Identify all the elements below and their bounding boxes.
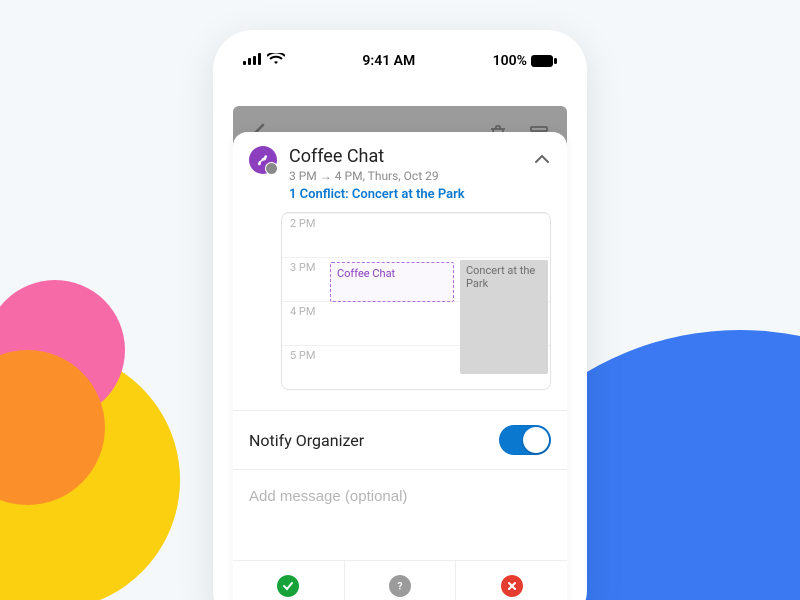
battery-percent: 100%: [493, 53, 527, 69]
battery-icon: [531, 55, 557, 67]
svg-text:?: ?: [398, 582, 403, 593]
x-icon: [501, 575, 523, 597]
conflict-link[interactable]: 1 Conflict: Concert at the Park: [289, 187, 551, 202]
message-input[interactable]: [233, 470, 567, 523]
tentative-button[interactable]: ? Tentative: [345, 561, 457, 600]
collapse-chevron-icon[interactable]: [533, 150, 551, 168]
card-header: Coffee Chat 3 PM→4 PM, Thurs, Oct 29 1 C…: [233, 132, 567, 212]
calendar-preview: 2 PM 3 PM 4 PM 5 PM Coffee Chat Concert …: [281, 212, 551, 390]
phone-frame: 9:41 AM 100%: [213, 30, 587, 600]
event-title: Coffee Chat: [289, 146, 551, 167]
event-invite-card: Coffee Chat 3 PM→4 PM, Thurs, Oct 29 1 C…: [233, 132, 567, 600]
question-icon: ?: [389, 575, 411, 597]
notify-organizer-row: Notify Organizer: [233, 410, 567, 470]
signal-icon: [243, 53, 263, 69]
wifi-icon: [267, 53, 285, 69]
status-bar: 9:41 AM 100%: [213, 42, 587, 80]
accept-button[interactable]: Accept: [233, 561, 345, 600]
event-time: 3 PM→4 PM, Thurs, Oct 29: [289, 169, 551, 183]
notify-organizer-label: Notify Organizer: [249, 431, 364, 450]
status-time: 9:41 AM: [362, 53, 415, 69]
check-icon: [277, 575, 299, 597]
notify-organizer-toggle[interactable]: [499, 425, 551, 455]
cal-event-proposed[interactable]: Coffee Chat: [330, 262, 454, 302]
calendar-category-icon: [249, 146, 277, 174]
status-left: [243, 53, 285, 69]
rsvp-actions: Accept ? Tentative Decline: [233, 560, 567, 600]
cal-hour-row: 2 PM: [282, 213, 550, 257]
decline-button[interactable]: Decline: [456, 561, 567, 600]
status-right: 100%: [493, 53, 557, 69]
cal-event-conflict[interactable]: Concert at the Park: [460, 260, 548, 374]
